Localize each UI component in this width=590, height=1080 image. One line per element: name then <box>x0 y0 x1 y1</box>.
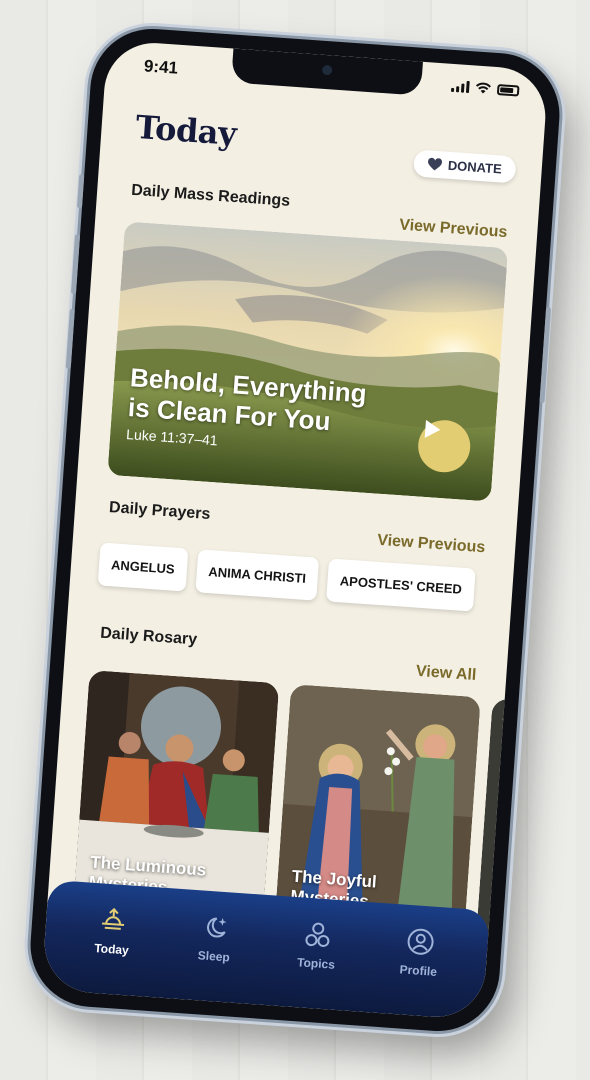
rosary-card-label: The Mysteries <box>491 900 533 924</box>
mass-reading-card[interactable]: Behold, Everything is Clean For You Luke… <box>107 221 509 502</box>
tab-label: Profile <box>399 962 438 979</box>
user-icon <box>407 928 434 955</box>
prayer-chips: ANGELUS ANIMA CHRISTI APOSTLES' CREED <box>97 542 476 612</box>
donate-button[interactable]: DONATE <box>413 149 517 184</box>
donate-label: DONATE <box>447 157 503 177</box>
phone-frame: 9:41 Today DONATE Daily Mass Readings Vi… <box>26 24 564 1036</box>
volume-up-button <box>70 233 81 295</box>
prayer-chip-anima-christi[interactable]: ANIMA CHRISTI <box>194 549 320 601</box>
mass-view-previous-link[interactable]: View Previous <box>399 217 508 243</box>
cellular-signal-icon <box>450 80 470 94</box>
app-screen: 9:41 Today DONATE Daily Mass Readings Vi… <box>41 39 549 1021</box>
volume-down-button <box>65 308 75 369</box>
daily-rosary-title: Daily Rosary <box>99 624 198 649</box>
heart-icon <box>428 157 443 171</box>
circles-icon <box>305 922 330 947</box>
sunrise-icon <box>102 907 125 930</box>
tab-today[interactable]: Today <box>69 904 155 997</box>
prayer-chip-apostles-creed[interactable]: APOSTLES' CREED <box>326 558 476 612</box>
tab-profile[interactable]: Profile <box>375 925 461 1018</box>
moon-stars-icon <box>206 917 227 938</box>
mute-switch <box>76 174 85 209</box>
battery-icon <box>496 84 520 97</box>
tab-label: Today <box>93 941 130 958</box>
tab-label: Sleep <box>197 948 231 965</box>
rosary-painting <box>475 698 549 954</box>
tab-label: Topics <box>296 955 336 972</box>
power-button <box>539 306 552 404</box>
tab-topics[interactable]: Topics <box>273 918 359 1011</box>
daily-prayers-title: Daily Prayers <box>108 498 211 524</box>
tab-sleep[interactable]: Sleep <box>171 911 257 1004</box>
prayers-view-previous-link[interactable]: View Previous <box>377 532 486 558</box>
wifi-icon <box>475 82 491 94</box>
play-icon <box>424 419 441 438</box>
daily-mass-title: Daily Mass Readings <box>130 181 291 210</box>
prayer-chip-angelus[interactable]: ANGELUS <box>97 542 189 592</box>
status-icons <box>450 80 520 97</box>
rosary-card-partial[interactable]: The Mysteries <box>475 698 549 954</box>
page-title: Today <box>134 107 238 153</box>
rosary-view-all-link[interactable]: View All <box>415 663 477 685</box>
status-time: 9:41 <box>143 56 179 78</box>
